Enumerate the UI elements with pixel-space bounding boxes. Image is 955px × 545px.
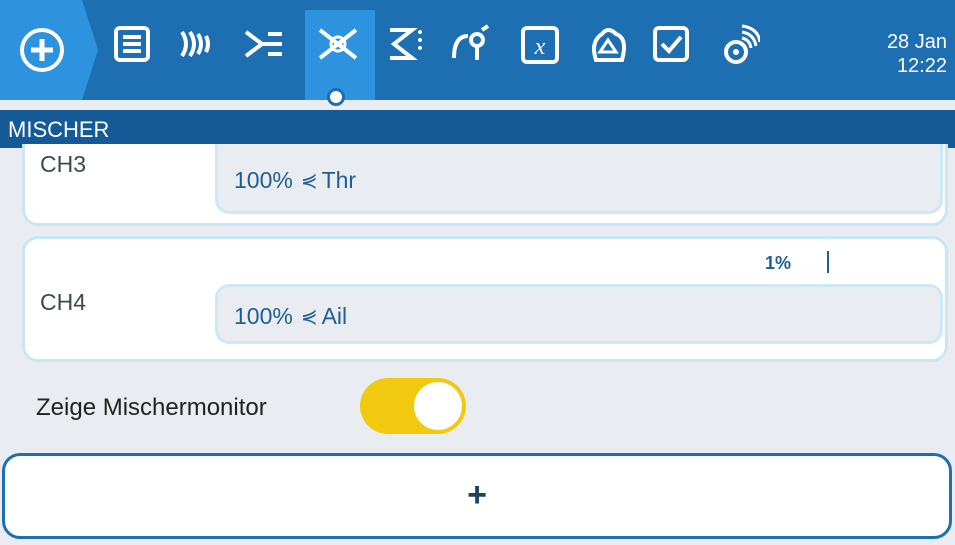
time-label: 12:22 bbox=[896, 55, 947, 77]
telemetry-icon[interactable] bbox=[720, 22, 762, 66]
mixer-icon: ⋞ bbox=[300, 306, 318, 328]
mixer-monitor-label: Zeige Mischermonitor bbox=[36, 394, 267, 421]
channel-label: CH4 bbox=[40, 289, 87, 315]
channel-card-ch3[interactable]: CH3 100% ⋞ Thr bbox=[22, 144, 948, 226]
timer-icon[interactable] bbox=[588, 22, 628, 66]
channel-mix-text: 100% ⋞ Thr bbox=[234, 167, 356, 194]
add-icon: + bbox=[467, 476, 487, 514]
radio-waves-icon[interactable] bbox=[176, 22, 216, 66]
logic-switch-icon[interactable] bbox=[450, 22, 490, 66]
curves-icon[interactable] bbox=[386, 22, 426, 66]
channel-mix-field[interactable]: 100% ⋞ Ail bbox=[215, 284, 943, 344]
mix-source: Thr bbox=[321, 167, 357, 193]
mix-weight: 100% bbox=[234, 167, 293, 193]
page-title-bar: MISCHER bbox=[0, 110, 955, 148]
mix-weight: 100% bbox=[234, 303, 293, 329]
channel-card-ch4[interactable]: 1% CH4 100% ⋞ Ail bbox=[22, 236, 948, 362]
channel-mix-field[interactable]: 100% ⋞ Thr bbox=[215, 144, 943, 214]
channel-mix-text: 100% ⋞ Ail bbox=[234, 303, 347, 330]
channel-monitor-bar bbox=[827, 251, 829, 273]
active-tab-indicator bbox=[327, 88, 345, 106]
channel-monitor-value: 1% bbox=[765, 253, 792, 273]
special-function-icon[interactable]: x bbox=[520, 22, 560, 66]
mixer-monitor-toggle[interactable] bbox=[360, 378, 466, 434]
list-icon[interactable] bbox=[112, 22, 152, 66]
toggle-knob bbox=[414, 382, 462, 430]
mix-source: Ail bbox=[321, 303, 348, 329]
checklist-icon[interactable] bbox=[652, 22, 692, 66]
channel-label: CH3 bbox=[40, 151, 87, 177]
mixer-icon: ⋞ bbox=[300, 170, 318, 192]
outputs-icon bbox=[318, 22, 358, 66]
date-time: 28 Jan 12:22 bbox=[887, 30, 947, 78]
add-mixer-button[interactable]: + bbox=[2, 453, 952, 539]
home-button[interactable] bbox=[0, 0, 98, 100]
page-title: MISCHER bbox=[8, 117, 110, 142]
mixer-icon[interactable] bbox=[244, 22, 284, 66]
svg-text:x: x bbox=[534, 34, 546, 60]
date-label: 28 Jan bbox=[886, 31, 947, 53]
top-bar: x 28 Jan 12:22 bbox=[0, 0, 955, 106]
